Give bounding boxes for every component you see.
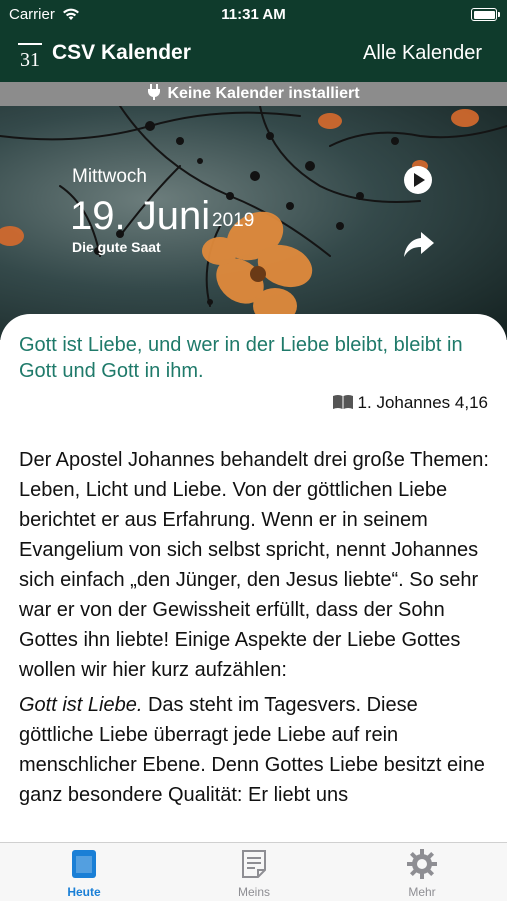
verse-reference-text: 1. Johannes 4,16 — [357, 393, 488, 412]
app-title: CSV Kalender — [52, 41, 191, 64]
tab-label: Meins — [237, 885, 270, 899]
nav-bar: 31 CSV Kalender Alle Kalender — [0, 30, 507, 82]
share-icon[interactable] — [403, 230, 435, 258]
daily-verse: Gott ist Liebe, und wer in der Liebe ble… — [19, 334, 463, 382]
notes-icon — [242, 850, 266, 878]
calendar-logo-icon: 31 — [18, 43, 42, 69]
tab-bar: Heute Meins Mehr — [0, 842, 507, 901]
calendar-name: Die gute Saat — [72, 239, 161, 255]
logo-text: 31 — [20, 49, 40, 69]
all-calendars-button[interactable]: Alle Kalender — [363, 42, 482, 65]
article-paragraph: Gott ist Liebe. Das steht im Tagesvers. … — [19, 690, 494, 810]
plug-icon — [148, 84, 161, 101]
article-text: Der Apostel Johannes behandelt drei groß… — [19, 445, 494, 815]
weekday: Mittwoch — [72, 166, 147, 187]
tab-mehr[interactable]: Mehr — [362, 843, 482, 901]
tab-label: Heute — [67, 885, 101, 899]
content-card: Gott ist Liebe, und wer in der Liebe ble… — [0, 314, 507, 850]
year: 2019 — [212, 210, 255, 231]
date: 19. Juni — [70, 194, 211, 238]
banner-text: Keine Kalender installiert — [167, 85, 360, 102]
status-bar: Carrier 11:31 AM — [0, 0, 507, 30]
play-audio-icon[interactable] — [403, 165, 433, 195]
battery-icon — [471, 8, 500, 21]
gear-icon — [407, 849, 437, 879]
article-paragraph: Der Apostel Johannes behandelt drei groß… — [19, 449, 489, 681]
tab-label: Mehr — [408, 885, 436, 899]
book-icon — [332, 395, 353, 410]
verse-reference[interactable]: 1. Johannes 4,16 — [332, 393, 488, 413]
header-image: Mittwoch 19. Juni 2019 Die gute Saat — [0, 106, 507, 340]
calendar-page-icon — [72, 850, 96, 878]
tab-heute[interactable]: Heute — [24, 843, 144, 901]
clock: 11:31 AM — [221, 6, 286, 23]
emphasis-text: Gott ist Liebe. — [19, 694, 143, 716]
no-calendar-banner[interactable]: Keine Kalender installiert — [0, 82, 507, 106]
tab-meins[interactable]: Meins — [194, 843, 314, 901]
